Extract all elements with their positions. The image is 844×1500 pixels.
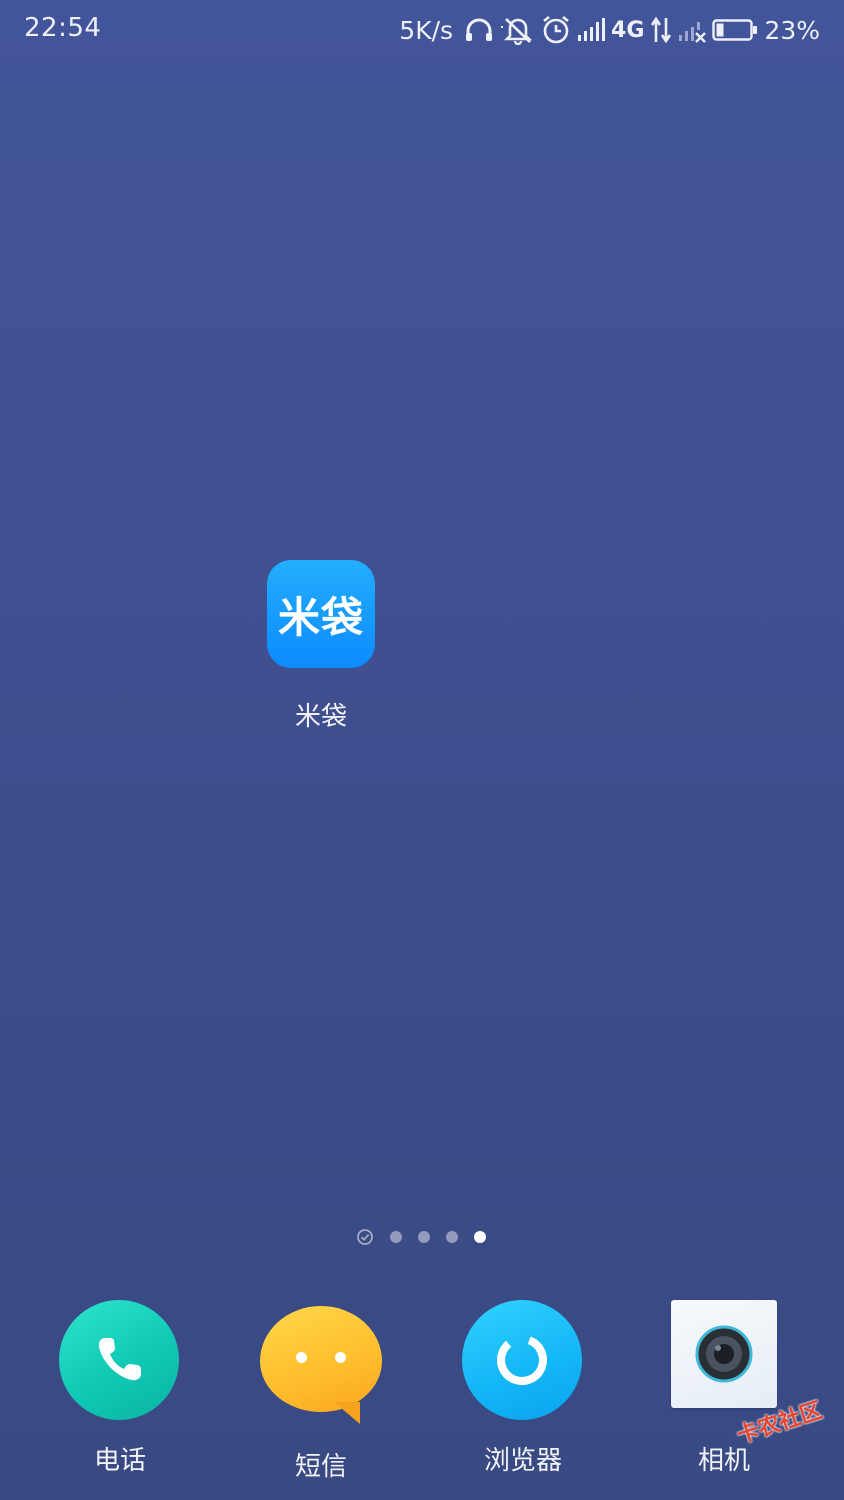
alarm-icon <box>541 15 571 45</box>
signal-icon <box>577 17 606 43</box>
headphones-icon <box>463 16 495 44</box>
dock-item-camera[interactable]: 相机 <box>644 1300 804 1477</box>
midai-app-icon[interactable]: 米袋 <box>267 560 375 668</box>
dock-label: 短信 <box>294 1452 347 1482</box>
camera-icon[interactable] <box>671 1300 777 1408</box>
sms-tail <box>334 1402 360 1424</box>
data-arrows-icon <box>650 16 672 44</box>
page-dot[interactable] <box>390 1231 402 1243</box>
app-midai[interactable]: 米袋 米袋 <box>266 560 376 733</box>
network-type: 4G <box>611 17 645 43</box>
page-dot[interactable] <box>446 1231 458 1243</box>
phone-icon[interactable] <box>59 1300 179 1420</box>
page-dot-active[interactable] <box>474 1231 486 1243</box>
status-icons: 5K/s 4G 23% <box>399 10 820 50</box>
network-speed: 5K/s <box>399 15 454 45</box>
dock-item-sms[interactable]: 短信 <box>241 1300 401 1483</box>
midai-logo-text: 米袋 <box>277 592 364 642</box>
sms-bubble-icon[interactable] <box>260 1306 382 1424</box>
dock-label: 浏览器 <box>483 1446 562 1476</box>
sms-eye-left <box>296 1352 307 1363</box>
page-indicator <box>356 1228 486 1246</box>
dock-item-phone[interactable]: 电话 <box>40 1300 200 1477</box>
signal-no-sim-icon <box>678 17 707 43</box>
status-bar: 22:54 5K/s 4G 23% <box>0 0 844 60</box>
mute-bell-icon <box>501 15 535 45</box>
dock-label: 相机 <box>697 1446 750 1476</box>
status-time: 22:54 <box>24 13 102 43</box>
battery-percent: 23% <box>764 15 820 45</box>
page-dot[interactable] <box>418 1231 430 1243</box>
dock-item-browser[interactable]: 浏览器 <box>443 1300 603 1477</box>
browser-icon[interactable] <box>462 1300 582 1420</box>
app-label: 米袋 <box>294 702 347 732</box>
sms-eye-right <box>335 1352 346 1363</box>
check-circle-icon[interactable] <box>356 1228 374 1246</box>
battery-icon <box>712 18 758 42</box>
dock-label: 电话 <box>93 1446 146 1476</box>
